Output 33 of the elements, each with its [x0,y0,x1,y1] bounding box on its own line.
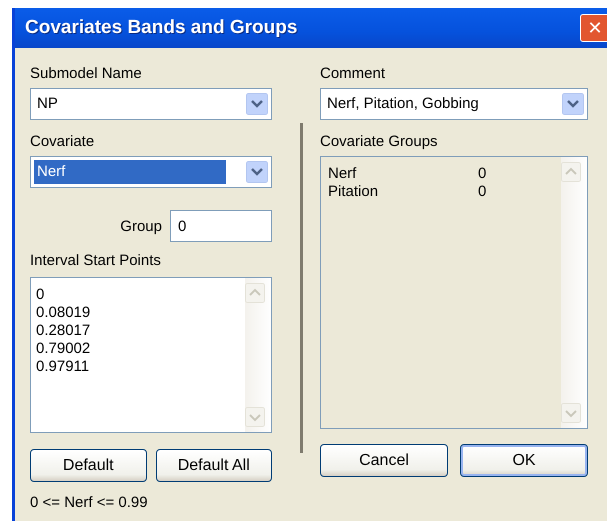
list-item[interactable]: 0.97911 [36,358,90,376]
window-title: Covariates Bands and Groups [25,17,298,39]
covariate-groups-list[interactable]: Nerf 0 Pitation 0 [320,156,588,429]
dialog-button[interactable]: Default All [156,449,272,482]
field-label: Covariate Groups [320,133,438,150]
dialog-button[interactable]: Cancel [320,444,448,477]
group-number: 0 [478,165,486,183]
list-item[interactable]: 0.79002 [36,340,90,358]
field-label: Group [120,218,162,234]
scroll-up-icon[interactable] [561,161,581,183]
range-text: 0 <= Nerf <= 0.99 [30,494,148,511]
field-label: Comment [320,65,386,82]
group-name: Pitation [327,183,380,201]
field-label: Covariate [30,133,94,150]
interval-list[interactable]: 0 0.08019 0.28017 0.79002 0.97911 [30,277,272,433]
scroll-up-icon[interactable] [245,282,265,304]
group-number: 0 [478,183,486,201]
field-label: Submodel Name [30,65,142,82]
scroll-down-icon[interactable] [561,402,581,424]
scroll-down-icon[interactable] [245,406,265,428]
comment-dropdown[interactable]: Nerf, Pitation, Gobbing [320,88,588,120]
field-label: Interval Start Points [30,252,161,269]
group-name: Nerf [327,165,358,183]
dialog-button[interactable]: Default [30,449,146,482]
group-input[interactable]: 0 [170,210,272,242]
dialog-button[interactable]: OK [460,444,588,477]
scrollbar[interactable] [561,157,587,428]
list-item[interactable]: 0 [36,286,44,304]
close-button[interactable]: ✕ [580,14,607,42]
submodel-dropdown[interactable]: NP [30,88,272,120]
list-item[interactable]: 0.28017 [36,322,90,340]
covariate-dropdown[interactable]: Nerf [30,156,272,188]
list-item[interactable]: 0.08019 [36,304,90,322]
